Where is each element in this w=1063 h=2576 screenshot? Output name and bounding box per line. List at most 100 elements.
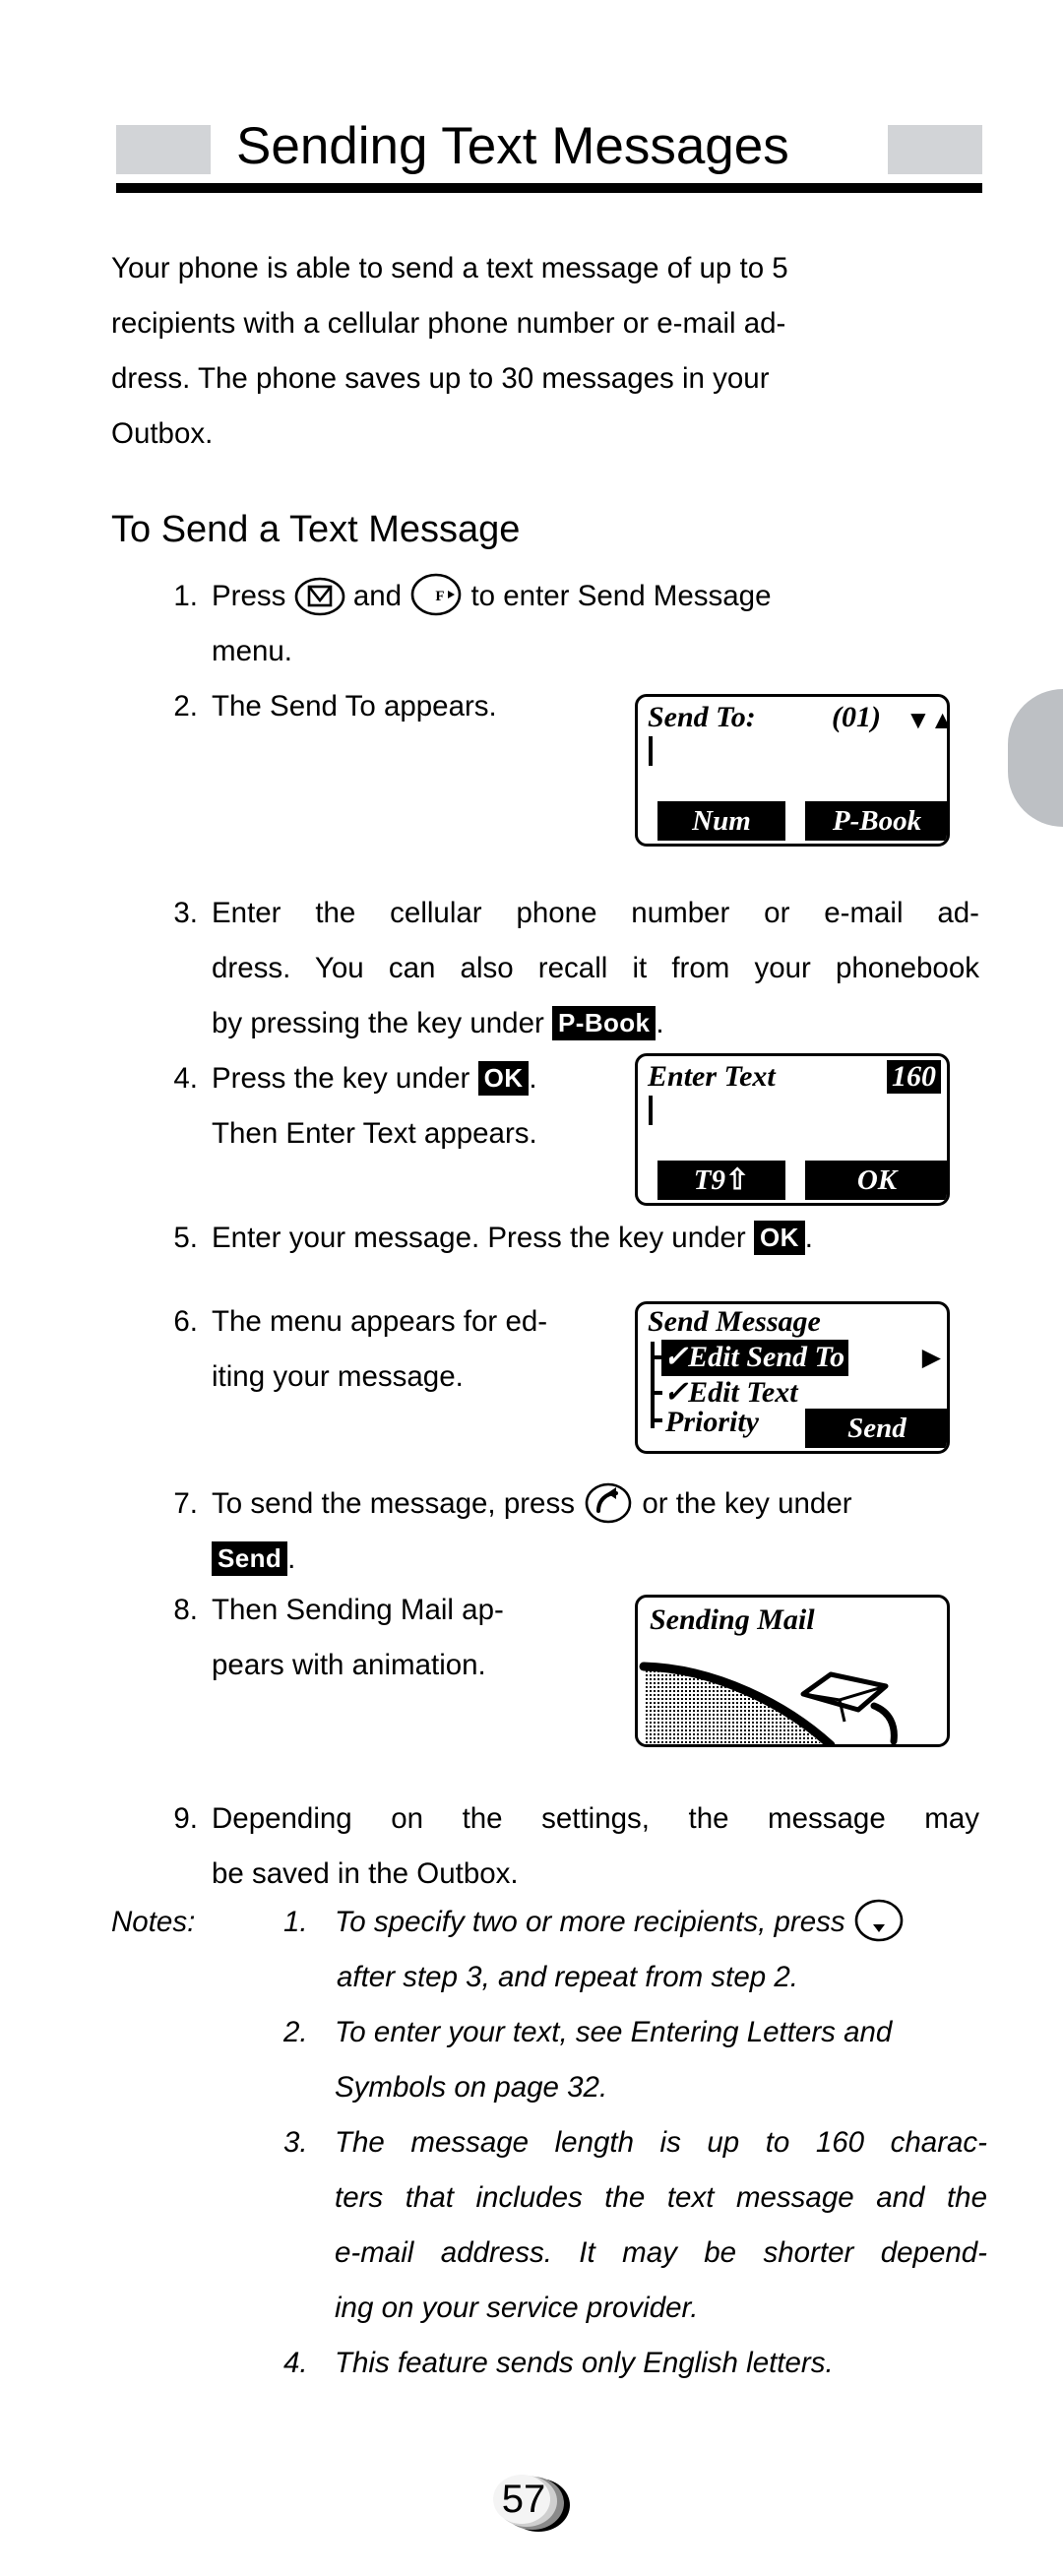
softkey-t9-label: T9 (693, 1164, 725, 1196)
header-rule (116, 183, 982, 193)
menu-item-priority[interactable]: Priority (663, 1405, 763, 1441)
step-3-line-1: Enter the cellular phone number or e-mai… (212, 897, 979, 929)
page-title: Sending Text Messages (236, 117, 789, 175)
softkey-label-send[interactable]: Send (212, 1541, 288, 1576)
softkey-label-p-book[interactable]: P-Book (552, 1006, 657, 1040)
submenu-arrow-icon: ▶ (921, 1344, 941, 1371)
screen-sending-mail-title: Sending Mail (650, 1603, 815, 1636)
note-2: 2. To enter your text, see Entering Lett… (283, 2005, 987, 2115)
softkey-num[interactable]: Num (657, 801, 785, 841)
step-6-number: 6. (173, 1305, 198, 1338)
note-1-number: 1. (283, 1906, 308, 1938)
page-header: Sending Text Messages (116, 116, 982, 193)
intro-line-1: Your phone is able to send a text messag… (111, 252, 788, 284)
step-9-number: 9. (173, 1802, 198, 1835)
step-7-text-mid: or the key under (642, 1487, 852, 1520)
step-6-line-2: iting your message. (212, 1360, 464, 1393)
note-3-line-2: ters that includes the text message and … (335, 2181, 987, 2214)
step-2-text: The Send To appears. (212, 690, 497, 723)
step-9-line-2: be saved in the Outbox. (212, 1857, 519, 1890)
note-4-number: 4. (283, 2347, 308, 2379)
intro-line-3: dress. The phone saves up to 30 messages… (111, 362, 770, 395)
note-2-number: 2. (283, 2016, 308, 2048)
note-3-line-3: e-mail address. It may be shorter depend… (335, 2236, 987, 2269)
step-9: 9. Depending on the settings, the messag… (153, 1791, 979, 1902)
note-3-line-1: The message length is up to 160 charac- (335, 2126, 987, 2159)
step-1-line-2: menu. (212, 635, 292, 667)
screen-send-to-title: Send To: (648, 701, 756, 733)
step-5-text-post: . (804, 1222, 813, 1254)
step-5: 5. Enter your message. Press the key und… (153, 1211, 979, 1266)
intro-paragraph: Your phone is able to send a text messag… (111, 241, 971, 462)
page-footer: 57 (0, 2458, 1063, 2546)
step-1-text-pre: Press (212, 580, 286, 612)
intro-line-2: recipients with a cellular phone number … (111, 307, 786, 340)
note-2-line-2: Symbols on page 32. (335, 2071, 608, 2104)
note-2-line-1: To enter your text, see Entering Letters… (335, 2016, 893, 2048)
menu-item-edit-send-to[interactable]: ✓Edit Send To (661, 1340, 849, 1376)
step-8-line-2: pears with animation. (212, 1649, 486, 1681)
menu-check-icon: ✓ (663, 1341, 689, 1373)
step-6-line-1: The menu appears for ed- (212, 1305, 548, 1338)
softkey-t9[interactable]: T9⇧ (657, 1161, 785, 1200)
step-7-text-post: . (287, 1542, 296, 1575)
step-8: 8. Then Sending Mail ap- pears with anim… (153, 1583, 615, 1693)
screen-send-message-title: Send Message (648, 1305, 821, 1338)
step-5-number: 5. (173, 1222, 198, 1254)
step-1: 1. Press and F to enter Send Message men… (153, 569, 979, 679)
screen-sending-mail: Sending Mail (635, 1595, 950, 1747)
step-3-line-3-post: . (656, 1007, 664, 1039)
note-1-line-1: To specify two or more recipients, press (335, 1906, 845, 1938)
text-cursor (649, 736, 653, 766)
step-5-text-pre: Enter your message. Press the key under (212, 1222, 746, 1254)
menu-item-edit-send-to-label: Edit Send To (688, 1341, 845, 1373)
softkey-ok[interactable]: OK (805, 1161, 947, 1200)
note-3-line-4: ing on your service provider. (335, 2292, 699, 2324)
page-number: 57 (501, 2478, 546, 2521)
screen-send-message-menu: Send Message ✓Edit Send To ▶ ✓Edit Text … (635, 1301, 950, 1454)
manual-page: Sending Text Messages Your phone is able… (0, 0, 1063, 2576)
down-navigation-key-icon (853, 1899, 905, 1942)
step-4: 4. Press the key under OK. Then Enter Te… (153, 1051, 625, 1162)
function-key-icon: F (409, 573, 463, 616)
step-3-number: 3. (173, 897, 198, 929)
step-2-number: 2. (173, 690, 198, 723)
step-9-line-1: Depending on the settings, the message m… (212, 1802, 979, 1835)
step-3: 3. Enter the cellular phone number or e-… (153, 886, 979, 1051)
screen-send-to: Send To: (01) ▼▲ Num P-Book (635, 694, 950, 847)
header-accent-block-right (888, 125, 982, 174)
step-4-line-1-post: . (529, 1062, 537, 1095)
step-4-line-1-pre: Press the key under (212, 1062, 470, 1095)
intro-line-4: Outbox. (111, 417, 214, 450)
note-4: 4. This feature sends only English lette… (283, 2336, 987, 2391)
softkey-p-book[interactable]: P-Book (805, 801, 947, 841)
step-2: 2. The Send To appears. (153, 679, 615, 734)
note-1: 1. To specify two or more recipients, pr… (283, 1895, 987, 2005)
screen-enter-text-counter: 160 (887, 1060, 941, 1094)
step-3-line-2: dress. You can also recall it from your … (212, 952, 979, 984)
section-edge-tab (1008, 689, 1063, 827)
step-3-line-3-pre: by pressing the key under (212, 1007, 544, 1039)
scroll-arrows-icon: ▼▲ (906, 705, 950, 734)
text-cursor (649, 1096, 653, 1125)
step-7-text-pre: To send the message, press (212, 1487, 575, 1520)
send-call-key-icon (583, 1482, 634, 1524)
step-1-text-post: to enter Send Message (470, 580, 772, 612)
note-1-line-2: after step 3, and repeat from step 2. (337, 1961, 798, 1993)
step-8-line-1: Then Sending Mail ap- (212, 1594, 504, 1626)
notes-label: Notes: (111, 1906, 196, 1938)
screen-enter-text-title: Enter Text (648, 1060, 776, 1093)
step-6: 6. The menu appears for ed- iting your m… (153, 1294, 605, 1405)
step-1-text-mid: and (352, 580, 403, 612)
step-4-line-2: Then Enter Text appears. (212, 1117, 537, 1150)
envelope-flying-animation (639, 1662, 898, 1744)
softkey-label-ok[interactable]: OK (753, 1221, 805, 1255)
step-8-number: 8. (173, 1594, 198, 1626)
svg-text:F: F (436, 589, 445, 604)
note-3-number: 3. (283, 2126, 308, 2159)
softkey-send[interactable]: Send (805, 1409, 947, 1448)
step-7-number: 7. (173, 1487, 198, 1520)
softkey-label-ok[interactable]: OK (477, 1061, 530, 1096)
shift-up-arrow-icon: ⇧ (724, 1164, 750, 1196)
menu-item-priority-label: Priority (665, 1406, 759, 1438)
